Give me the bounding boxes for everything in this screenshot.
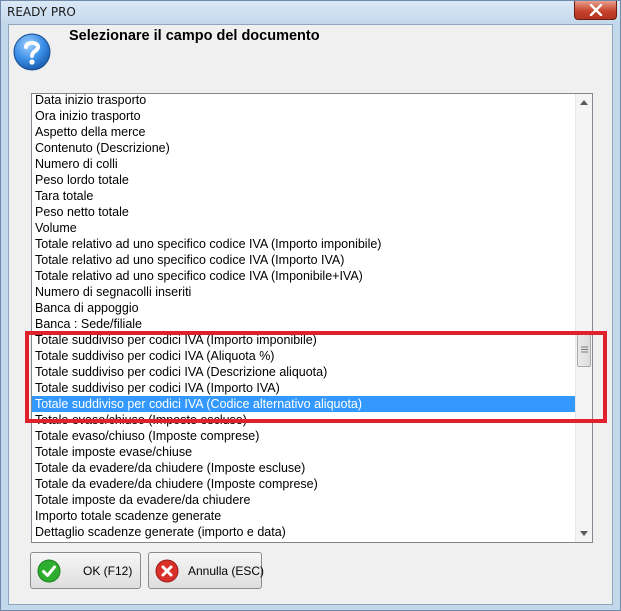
arrow-down-icon [580, 531, 588, 536]
scroll-up-button[interactable] [576, 94, 592, 111]
list-item[interactable]: Totale suddiviso per codici IVA (Importo… [32, 380, 575, 396]
list-item[interactable]: Volume [32, 220, 575, 236]
list-item[interactable]: Totale imposte da evadere/da chiudere [32, 492, 575, 508]
list-item[interactable]: Ora inizio trasporto [32, 108, 575, 124]
list-item[interactable]: Aspetto della merce [32, 124, 575, 140]
list-item[interactable]: Totale evaso/chiuso (Imposte escluse) [32, 412, 575, 428]
list-item[interactable]: Totale suddiviso per codici IVA (Descriz… [32, 364, 575, 380]
list-item[interactable]: Contenuto (Descrizione) [32, 140, 575, 156]
title-bar[interactable]: READY PRO [1, 1, 620, 23]
ok-button[interactable]: OK (F12) [30, 552, 141, 589]
list-item[interactable]: Tara totale [32, 188, 575, 204]
vertical-scrollbar[interactable] [575, 94, 592, 542]
window-title: READY PRO [7, 5, 76, 19]
cancel-icon [155, 559, 179, 582]
dialog-client: Selezionare il campo del documento Data … [8, 24, 613, 605]
field-list[interactable]: Data inizio trasporto Ora inizio trasport… [32, 94, 575, 542]
list-item[interactable]: Totale imposte evase/chiuse [32, 444, 575, 460]
list-item[interactable]: Numero di colli [32, 156, 575, 172]
dialog-prompt: Selezionare il campo del documento [69, 28, 320, 44]
question-icon [13, 33, 51, 71]
arrow-up-icon [580, 100, 588, 105]
field-listbox[interactable]: Data inizio trasporto Ora inizio trasport… [31, 93, 593, 543]
list-item[interactable]: Totale da evadere/da chiudere (Imposte e… [32, 460, 575, 476]
list-item[interactable]: Data inizio trasporto [32, 94, 575, 108]
list-item[interactable]: Totale suddiviso per codici IVA (Aliquot… [32, 348, 575, 364]
list-item[interactable]: Peso netto totale [32, 204, 575, 220]
dialog-window: READY PRO Selezionare il campo del docum… [0, 0, 621, 611]
list-item[interactable]: Totale suddiviso per codici IVA (Importo… [32, 332, 575, 348]
close-icon [589, 4, 602, 16]
list-item[interactable]: Totale relativo ad uno specifico codice … [32, 236, 575, 252]
list-item[interactable]: Totale evaso/chiuso (Imposte comprese) [32, 428, 575, 444]
check-icon [37, 559, 61, 582]
list-item-selected[interactable]: Totale suddiviso per codici IVA (Codice … [32, 396, 575, 412]
ok-button-label: OK (F12) [83, 563, 133, 578]
scroll-thumb[interactable] [577, 331, 591, 367]
list-item[interactable]: Numero di segnacolli inseriti [32, 284, 575, 300]
grip-icon [580, 346, 588, 352]
list-item[interactable]: Banca : Sede/filiale [32, 316, 575, 332]
list-item[interactable]: Totale relativo ad uno specifico codice … [32, 252, 575, 268]
scroll-down-button[interactable] [576, 525, 592, 542]
cancel-button-label: Annulla (ESC) [188, 563, 265, 578]
cancel-button[interactable]: Annulla (ESC) [148, 552, 265, 589]
list-item[interactable]: Importo totale scadenze generate [32, 508, 575, 524]
close-button[interactable] [574, 1, 617, 20]
list-item[interactable]: Dettaglio scadenze generate (importo e d… [32, 524, 575, 540]
list-item[interactable]: Totale da evadere/da chiudere (Imposte c… [32, 476, 575, 492]
list-item[interactable]: Banca di appoggio [32, 300, 575, 316]
list-item[interactable]: Totale relativo ad uno specifico codice … [32, 268, 575, 284]
list-item[interactable]: Peso lordo totale [32, 172, 575, 188]
